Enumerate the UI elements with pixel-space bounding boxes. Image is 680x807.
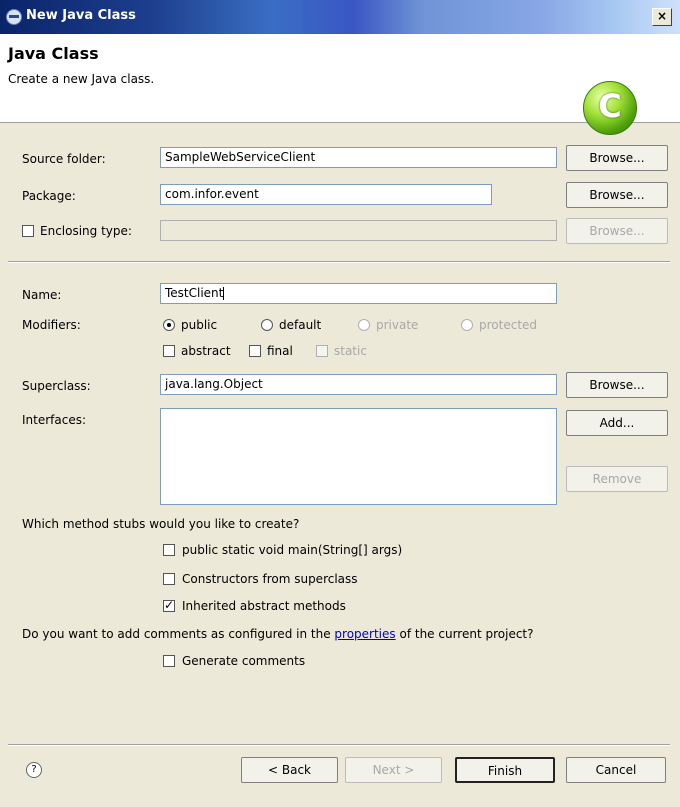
- package-label: Package:: [22, 189, 76, 203]
- method-stubs-question: Which method stubs would you like to cre…: [22, 517, 300, 531]
- superclass-browse-button[interactable]: Browse...: [566, 372, 668, 398]
- wizard-header: Java Class Create a new Java class. C: [0, 34, 680, 135]
- add-interface-button[interactable]: Add...: [566, 410, 668, 436]
- protected-radio-label: protected: [479, 318, 538, 332]
- private-radio-label: private: [376, 318, 419, 332]
- private-radio: [358, 319, 370, 331]
- main-method-checkbox[interactable]: [163, 544, 175, 556]
- next-button: Next >: [345, 757, 442, 783]
- public-radio-label: public: [181, 318, 218, 332]
- new-java-class-dialog: New Java Class × Java Class Create a new…: [0, 0, 680, 807]
- constructors-label: Constructors from superclass: [182, 572, 358, 586]
- close-button[interactable]: ×: [652, 8, 672, 26]
- interfaces-label: Interfaces:: [22, 413, 87, 427]
- help-icon[interactable]: ?: [26, 762, 42, 778]
- interfaces-list[interactable]: [160, 408, 557, 505]
- comments-question-prefix: Do you want to add comments as configure…: [22, 627, 331, 641]
- class-logo-letter: C: [598, 87, 622, 125]
- enclosing-type-label: Enclosing type:: [40, 224, 132, 238]
- remove-interface-button: Remove: [566, 466, 668, 492]
- inherited-methods-label: Inherited abstract methods: [182, 599, 346, 613]
- final-checkbox[interactable]: [249, 345, 261, 357]
- constructors-checkbox[interactable]: [163, 573, 175, 585]
- name-input[interactable]: TestClient: [160, 283, 557, 304]
- superclass-input[interactable]: java.lang.Object: [160, 374, 557, 395]
- package-input[interactable]: com.infor.event: [160, 184, 492, 205]
- java-class-icon: C: [583, 81, 637, 135]
- eclipse-icon: [6, 9, 22, 25]
- default-radio-label: default: [279, 318, 322, 332]
- static-checkbox-label: static: [334, 344, 367, 358]
- source-folder-label: Source folder:: [22, 152, 106, 166]
- comments-question: Do you want to add comments as configure…: [22, 627, 534, 641]
- default-radio[interactable]: [261, 319, 273, 331]
- text-caret: [223, 287, 225, 300]
- enclosing-type-browse-button: Browse...: [566, 218, 668, 244]
- abstract-checkbox-label: abstract: [181, 344, 231, 358]
- name-label: Name:: [22, 288, 62, 302]
- enclosing-type-checkbox[interactable]: [22, 225, 34, 237]
- generate-comments-checkbox[interactable]: [163, 655, 175, 667]
- source-folder-browse-button[interactable]: Browse...: [566, 145, 668, 171]
- name-input-value: TestClient: [165, 286, 224, 300]
- modifiers-label: Modifiers:: [22, 318, 81, 332]
- separator: [8, 261, 670, 263]
- source-folder-input[interactable]: SampleWebServiceClient: [160, 147, 557, 168]
- public-radio[interactable]: [163, 319, 175, 331]
- finish-button[interactable]: Finish: [455, 757, 555, 783]
- back-button[interactable]: < Back: [241, 757, 338, 783]
- title-bar: New Java Class ×: [0, 0, 680, 34]
- enclosing-type-input: [160, 220, 557, 241]
- superclass-label: Superclass:: [22, 379, 91, 393]
- static-checkbox: [316, 345, 328, 357]
- final-checkbox-label: final: [267, 344, 293, 358]
- comments-question-suffix: of the current project?: [399, 627, 534, 641]
- protected-radio: [461, 319, 473, 331]
- window-title: New Java Class: [26, 8, 136, 23]
- cancel-button[interactable]: Cancel: [566, 757, 666, 783]
- abstract-checkbox[interactable]: [163, 345, 175, 357]
- main-method-label: public static void main(String[] args): [182, 543, 403, 557]
- footer-separator: [8, 744, 670, 746]
- inherited-methods-checkbox[interactable]: [163, 598, 175, 612]
- generate-comments-label: Generate comments: [182, 654, 306, 668]
- package-browse-button[interactable]: Browse...: [566, 182, 668, 208]
- properties-link[interactable]: properties: [334, 627, 395, 641]
- page-description: Create a new Java class.: [8, 72, 155, 86]
- page-title: Java Class: [8, 44, 99, 63]
